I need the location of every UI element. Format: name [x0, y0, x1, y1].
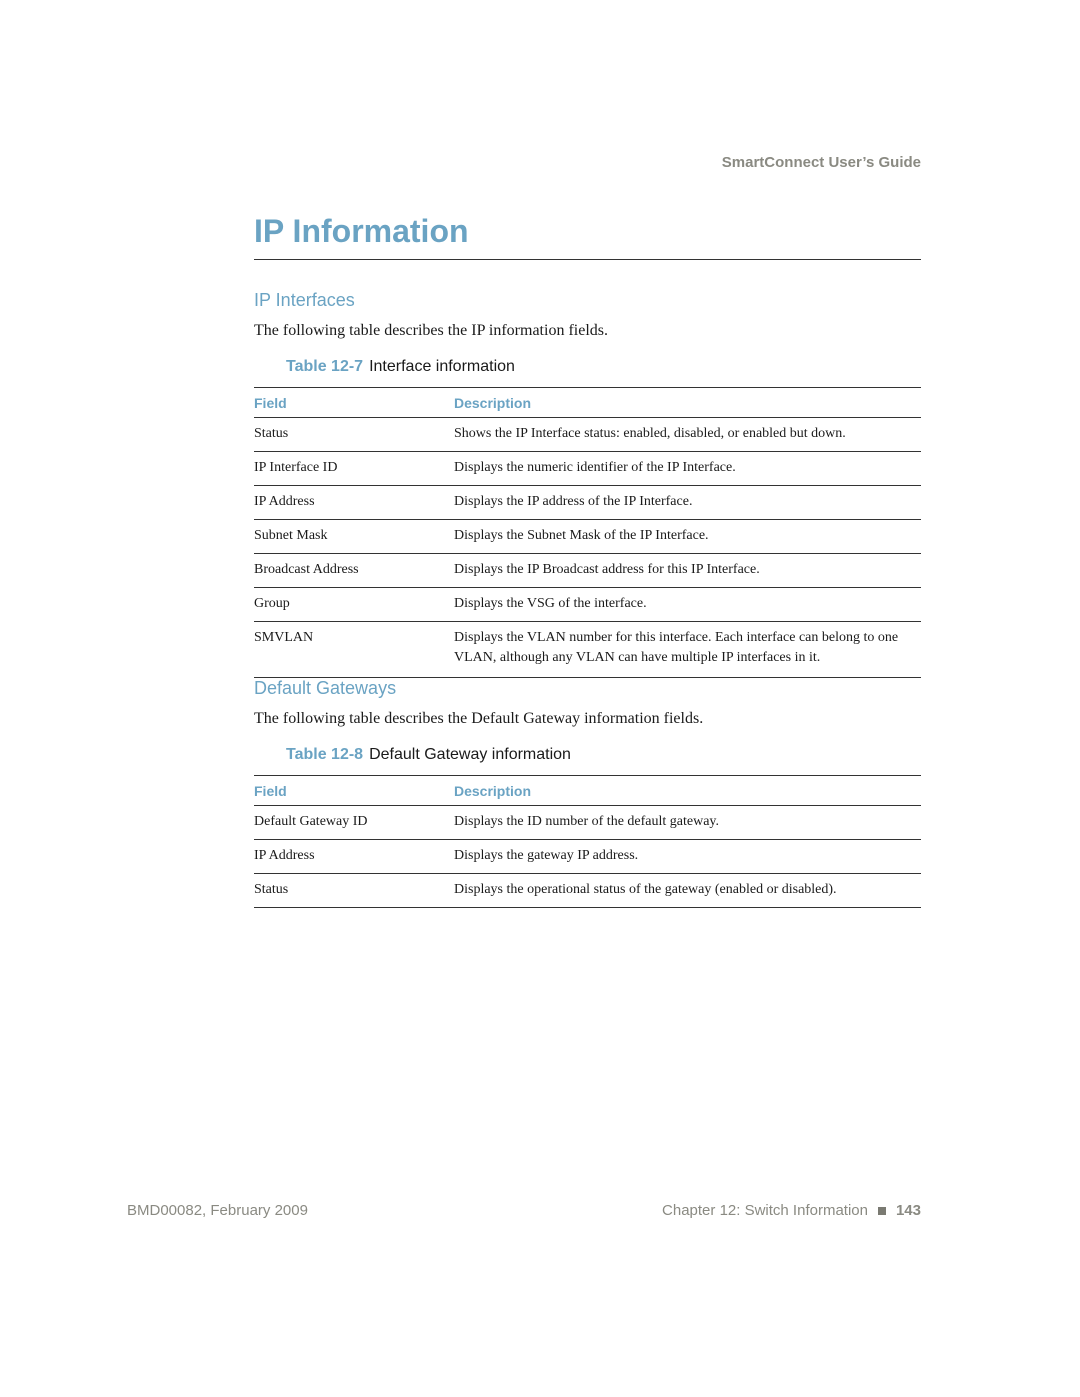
- table-header-row: Field Description: [254, 775, 921, 806]
- table-row: Status Displays the operational status of…: [254, 873, 921, 908]
- table-number: Table 12-8: [286, 746, 364, 763]
- column-header-field: Field: [254, 387, 454, 418]
- section-ip-interfaces: IP Interfaces The following table descri…: [254, 290, 921, 678]
- description-cell: Displays the VSG of the interface.: [454, 587, 921, 622]
- section-default-gateways: Default Gateways The following table des…: [254, 678, 921, 908]
- footer-chapter: Chapter 12: Switch Information: [662, 1202, 868, 1219]
- table-row: Default Gateway ID Displays the ID number…: [254, 805, 921, 840]
- chapter-title: IP Information: [254, 213, 469, 249]
- table-row: IP Address Displays the gateway IP addres…: [254, 839, 921, 874]
- footer-doc-id: BMD00082, February 2009: [127, 1202, 308, 1219]
- field-cell: IP Address: [254, 839, 454, 874]
- table-caption: Table 12-8 Default Gateway information: [254, 746, 921, 764]
- table-row: IP Address Displays the IP address of the…: [254, 485, 921, 520]
- footer-chapter-page: Chapter 12: Switch Information 143: [662, 1202, 921, 1219]
- square-bullet-icon: [877, 1206, 886, 1215]
- description-cell: Displays the VLAN number for this interf…: [454, 621, 921, 678]
- field-cell: Broadcast Address: [254, 553, 454, 588]
- field-cell: IP Address: [254, 485, 454, 520]
- section-intro: The following table describes the IP inf…: [254, 322, 608, 339]
- description-cell: Displays the ID number of the default ga…: [454, 805, 921, 840]
- description-cell: Displays the numeric identifier of the I…: [454, 451, 921, 486]
- section-heading: Default Gateways: [254, 678, 397, 698]
- field-cell: Group: [254, 587, 454, 622]
- table-header-row: Field Description: [254, 387, 921, 418]
- field-cell: IP Interface ID: [254, 451, 454, 486]
- field-cell: Default Gateway ID: [254, 805, 454, 840]
- table-row: IP Interface ID Displays the numeric iden…: [254, 451, 921, 486]
- column-header-description: Description: [454, 387, 921, 418]
- table-row: Subnet Mask Displays the Subnet Mask of t…: [254, 519, 921, 554]
- table-title: Interface information: [369, 358, 515, 375]
- description-cell: Displays the operational status of the g…: [454, 873, 921, 908]
- table-row: SMVLAN Displays the VLAN number for this …: [254, 621, 921, 678]
- table-row: Group Displays the VSG of the interface.: [254, 587, 921, 622]
- description-cell: Displays the IP Broadcast address for th…: [454, 553, 921, 588]
- field-cell: Status: [254, 417, 454, 452]
- table-title: Default Gateway information: [369, 746, 571, 763]
- page-number: 143: [895, 1202, 921, 1219]
- default-gateway-information-table: Field Description Default Gateway ID Disp…: [254, 775, 921, 908]
- section-intro: The following table describes the Defaul…: [254, 710, 704, 727]
- field-cell: Status: [254, 873, 454, 908]
- field-cell: SMVLAN: [254, 621, 454, 678]
- title-divider: [254, 259, 921, 260]
- field-cell: Subnet Mask: [254, 519, 454, 554]
- interface-information-table: Field Description Status Shows the IP Int…: [254, 387, 921, 678]
- table-row: Status Shows the IP Interface status: ena…: [254, 417, 921, 452]
- table-number: Table 12-7: [286, 358, 364, 375]
- column-header-description: Description: [454, 775, 921, 806]
- running-header: SmartConnect User’s Guide: [721, 154, 921, 171]
- table-row: Broadcast Address Displays the IP Broadca…: [254, 553, 921, 588]
- description-cell: Displays the IP address of the IP Interf…: [454, 485, 921, 520]
- description-cell: Displays the gateway IP address.: [454, 839, 921, 874]
- description-cell: Shows the IP Interface status: enabled, …: [454, 417, 921, 452]
- section-heading: IP Interfaces: [254, 290, 355, 310]
- column-header-field: Field: [254, 775, 454, 806]
- table-caption: Table 12-7 Interface information: [254, 358, 921, 376]
- description-cell: Displays the Subnet Mask of the IP Inter…: [454, 519, 921, 554]
